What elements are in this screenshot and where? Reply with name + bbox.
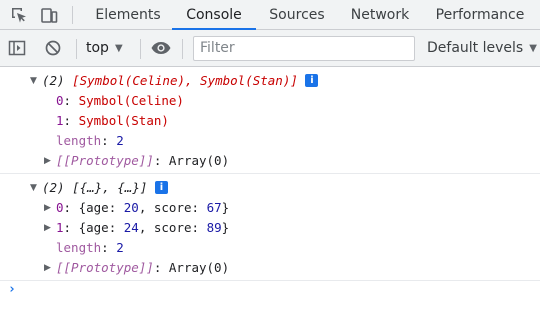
context-label: top — [86, 40, 109, 56]
item-prop-key: age — [86, 200, 109, 215]
item-key: 0 — [56, 93, 64, 108]
info-icon[interactable]: i — [154, 181, 168, 194]
array-item[interactable]: 1: {age: 24, score: 89} — [56, 218, 229, 238]
prototype-value: Array(0) — [168, 153, 230, 168]
item-prop-value: 89 — [206, 220, 222, 235]
console-message: ▼ (2) [Symbol(Celine), Symbol(Stan)] i 0… — [0, 67, 540, 174]
toolbar-separator — [76, 39, 77, 59]
clear-console-icon[interactable] — [44, 39, 62, 57]
item-key: 1 — [56, 220, 64, 235]
expand-arrow-icon[interactable]: ▶ — [44, 258, 51, 278]
array-preview: [{…}, {…}] — [72, 180, 148, 195]
expand-arrow-icon[interactable]: ▶ — [44, 198, 51, 218]
item-key: 1 — [56, 113, 64, 128]
array-summary[interactable]: (2) [{…}, {…}] i — [42, 178, 168, 198]
chevron-down-icon: ▼ — [529, 43, 537, 54]
tab-performance[interactable]: Performance — [428, 0, 532, 29]
array-item: 1: Symbol(Stan) — [56, 113, 169, 128]
tab-sources[interactable]: Sources — [260, 0, 334, 29]
log-levels-label: Default levels — [427, 40, 524, 56]
expand-arrow-icon[interactable]: ▼ — [30, 71, 37, 91]
console-toolbar: top ▼ Filter Default levels ▼ — [0, 30, 540, 67]
array-summary[interactable]: (2) [Symbol(Celine), Symbol(Stan)] i — [42, 71, 319, 91]
prototype-value: Array(0) — [168, 260, 230, 275]
filter-input[interactable]: Filter — [193, 36, 415, 61]
item-prop-key: score — [153, 220, 192, 235]
context-selector[interactable]: top ▼ — [86, 39, 123, 59]
length-value: 2 — [116, 133, 124, 148]
console-message: ▼ (2) [{…}, {…}] i ▶ 0: {age: 20, score:… — [0, 174, 540, 281]
log-levels-dropdown[interactable]: Default levels ▼ — [427, 39, 537, 59]
expand-arrow-icon[interactable]: ▶ — [44, 218, 51, 238]
length-key: length — [56, 133, 102, 148]
eye-icon[interactable] — [150, 39, 172, 57]
devtools-tabbar: Elements Console Sources Network Perform… — [0, 0, 540, 30]
array-item: 0: Symbol(Celine) — [56, 93, 184, 108]
item-prop-key: score — [153, 200, 192, 215]
item-prop-value: 67 — [206, 200, 222, 215]
tab-network[interactable]: Network — [342, 0, 418, 29]
toolbar-separator — [140, 39, 141, 59]
inspect-element-icon[interactable] — [10, 6, 28, 24]
expand-arrow-icon[interactable]: ▶ — [44, 151, 51, 171]
length-property: length: 2 — [56, 133, 124, 148]
length-property: length: 2 — [56, 240, 124, 255]
length-value: 2 — [116, 240, 124, 255]
array-item[interactable]: 0: {age: 20, score: 67} — [56, 198, 229, 218]
expand-arrow-icon[interactable]: ▼ — [30, 178, 37, 198]
item-value: Symbol(Stan) — [78, 113, 169, 128]
prototype-key: [[Prototype]] — [56, 153, 154, 168]
toolbar-separator — [182, 39, 183, 59]
device-toolbar-icon[interactable] — [40, 6, 58, 24]
item-value: Symbol(Celine) — [78, 93, 184, 108]
array-count: (2) — [42, 73, 65, 88]
item-key: 0 — [56, 200, 64, 215]
array-count: (2) — [42, 180, 65, 195]
prototype-property[interactable]: [[Prototype]]: Array(0) — [56, 151, 229, 171]
prototype-key: [[Prototype]] — [56, 260, 154, 275]
tabbar-separator — [72, 6, 73, 24]
sidebar-toggle-icon[interactable] — [8, 39, 26, 57]
item-prop-value: 20 — [123, 200, 139, 215]
length-key: length — [56, 240, 102, 255]
item-prop-value: 24 — [123, 220, 139, 235]
tab-elements[interactable]: Elements — [88, 0, 168, 29]
item-prop-key: age — [86, 220, 109, 235]
prototype-property[interactable]: [[Prototype]]: Array(0) — [56, 258, 229, 278]
tab-console[interactable]: Console — [172, 0, 256, 30]
console-prompt[interactable]: › — [8, 282, 16, 297]
array-preview: [Symbol(Celine), Symbol(Stan)] — [72, 73, 298, 88]
chevron-down-icon: ▼ — [114, 43, 123, 54]
info-icon[interactable]: i — [305, 74, 319, 87]
